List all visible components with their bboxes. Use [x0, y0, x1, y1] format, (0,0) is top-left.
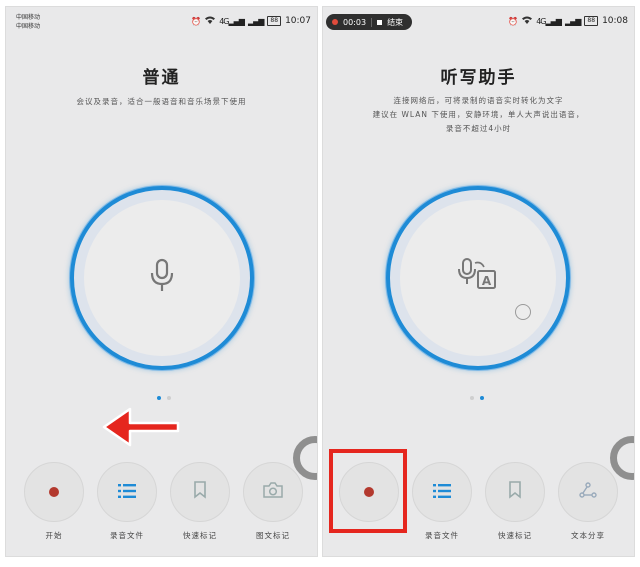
recordings-button-circle[interactable]	[97, 462, 157, 522]
quick-mark-button[interactable]: 快速标记	[485, 462, 545, 540]
text-share-button[interactable]: 文本分享	[558, 462, 618, 540]
share-icon	[579, 482, 597, 502]
quick-mark-button[interactable]: 快速标记	[170, 462, 230, 540]
alarm-icon: ⏰	[191, 16, 202, 26]
carrier-label: 中国移动 中国移动	[16, 13, 40, 31]
mode-description: 会议及录音，适合一般语音和音乐场景下使用	[76, 97, 247, 106]
bookmark-icon	[193, 481, 207, 503]
status-bar: 中国移动 中国移动 ⏰ 4G▂▄▆ ▂▄▆ 88 10:07	[6, 7, 317, 37]
text-share-label: 文本分享	[571, 531, 605, 540]
quick-mark-button-circle[interactable]	[485, 462, 545, 522]
text-share-button-circle[interactable]	[558, 462, 618, 522]
phone-screen-dictation: 00:03 结束 ⏰ 4G▂▄▆ ▂▄▆ 88 10:08 听写助手 连接网络后…	[322, 6, 635, 557]
page-dot	[167, 396, 171, 400]
signal-icon: 4G▂▄▆	[536, 16, 562, 26]
photo-mark-label: 图文标记	[256, 531, 290, 540]
svg-text:A: A	[482, 274, 492, 288]
record-dial-face	[84, 200, 240, 356]
list-icon	[118, 483, 136, 502]
bookmark-icon	[508, 481, 522, 503]
record-dial-face: A	[400, 200, 556, 356]
carrier-line-1: 中国移动	[16, 14, 41, 21]
quick-mark-label: 快速标记	[498, 531, 532, 540]
swipe-left-arrow-icon	[102, 406, 180, 452]
page-indicator	[157, 396, 171, 400]
mode-description-line-1: 连接网络后，可将录制的语音实时转化为文字	[393, 96, 564, 105]
control-bar: 开始 录音文件 快速标记 图文标记	[22, 462, 317, 542]
start-button-circle[interactable]	[24, 462, 84, 522]
camera-icon	[263, 482, 283, 502]
battery-icon: 88	[584, 16, 599, 26]
mode-title: 听写助手	[440, 68, 517, 88]
page-dot-active	[480, 396, 484, 400]
phone-screen-standard: 中国移动 中国移动 ⏰ 4G▂▄▆ ▂▄▆ 88 10:07 普通 会议及录音，…	[5, 6, 318, 557]
end-recording-label[interactable]: 结束	[387, 17, 403, 28]
signal-icon-2: ▂▄▆	[564, 16, 582, 26]
clock-time: 10:07	[285, 16, 311, 26]
record-dial[interactable]: A	[386, 186, 570, 370]
speech-to-text-icon: A	[458, 257, 498, 299]
alarm-icon: ⏰	[508, 16, 519, 26]
recording-status-pill[interactable]: 00:03 结束	[326, 14, 412, 30]
photo-mark-button[interactable]: 图文标记	[243, 462, 303, 540]
battery-icon: 88	[267, 16, 282, 26]
touch-indicator	[515, 304, 531, 320]
start-label: 开始	[45, 531, 63, 540]
status-icons: ⏰ 4G▂▄▆ ▂▄▆ 88 10:07	[191, 16, 311, 26]
carrier-line-2: 中国移动	[16, 23, 41, 30]
list-icon	[433, 483, 451, 502]
status-icons: ⏰ 4G▂▄▆ ▂▄▆ 88 10:08	[508, 16, 628, 26]
mode-description-line-3: 录音不超过4小时	[445, 124, 512, 133]
start-button[interactable]: 开始	[24, 462, 84, 540]
photo-mark-button-circle[interactable]	[243, 462, 303, 522]
signal-icon: 4G▂▄▆	[219, 16, 245, 26]
signal-icon-2: ▂▄▆	[247, 16, 265, 26]
mode-description-line-2: 建议在 WLAN 下使用，安静环境，单人大声说出语音，	[372, 110, 585, 119]
page-dot	[470, 396, 474, 400]
clock-time: 10:08	[602, 16, 628, 26]
recordings-label: 录音文件	[110, 531, 144, 540]
record-dot-icon	[49, 487, 59, 497]
recordings-button[interactable]: 录音文件	[412, 462, 472, 540]
wifi-icon	[522, 16, 533, 26]
annotation-highlight-box	[329, 449, 407, 533]
microphone-icon	[147, 258, 177, 298]
wifi-icon	[205, 16, 216, 26]
quick-mark-button-circle[interactable]	[170, 462, 230, 522]
page-indicator	[470, 396, 484, 400]
recordings-button[interactable]: 录音文件	[97, 462, 157, 540]
record-dial[interactable]	[70, 186, 254, 370]
recording-dot-icon	[332, 19, 338, 25]
quick-mark-label: 快速标记	[183, 531, 217, 540]
network-type: 4G	[536, 16, 546, 26]
page-dot-active	[157, 396, 161, 400]
stop-icon	[377, 19, 383, 25]
recordings-button-circle[interactable]	[412, 462, 472, 522]
recordings-label: 录音文件	[425, 531, 459, 540]
mode-title: 普通	[142, 68, 181, 88]
recording-time: 00:03	[343, 17, 367, 27]
status-bar: 00:03 结束 ⏰ 4G▂▄▆ ▂▄▆ 88 10:08	[323, 7, 634, 37]
network-type: 4G	[219, 16, 229, 26]
pill-divider	[371, 17, 373, 27]
